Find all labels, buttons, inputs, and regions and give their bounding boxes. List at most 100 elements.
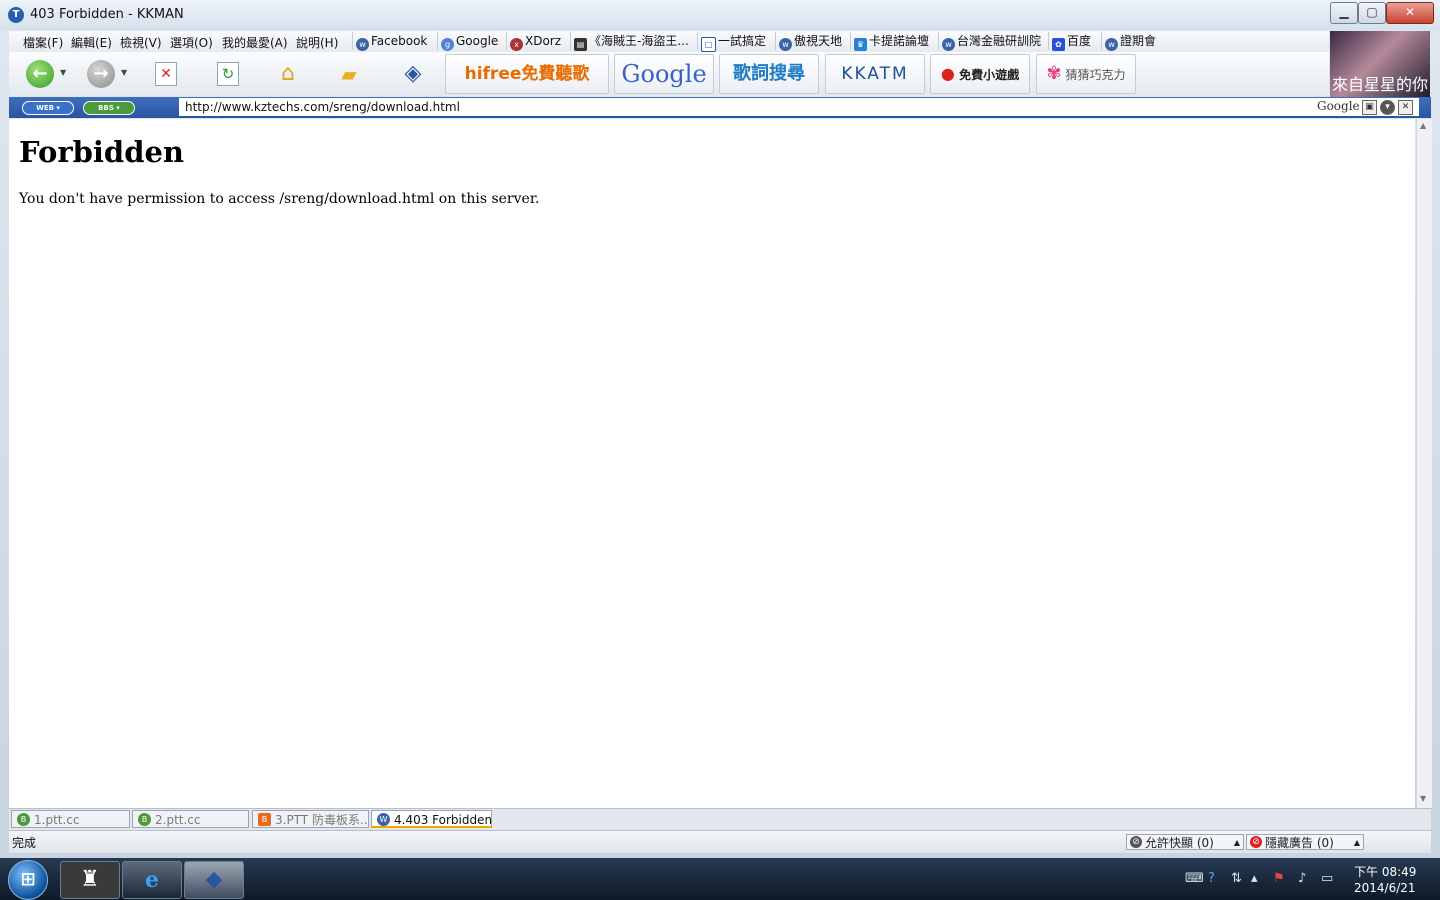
fav-label: Facebook [371, 34, 428, 48]
search-engine-label[interactable]: Google [1317, 99, 1360, 113]
blogger-icon: B [258, 813, 271, 826]
maximize-button[interactable]: ▢ [1358, 2, 1386, 24]
toolbox-icon[interactable]: ◈ [401, 62, 425, 86]
fav-label: XDorz [525, 34, 562, 48]
banner-hifree[interactable]: hifree免費聽歌 [445, 54, 609, 94]
help-icon[interactable]: ? [1208, 871, 1215, 886]
close-window-button[interactable]: ✕ [1386, 2, 1434, 24]
kkman-icon: ◆ [205, 867, 223, 892]
banner-label: hifree免費聽歌 [464, 64, 590, 84]
tab-label: 2.ptt.cc [155, 813, 201, 827]
banner-label: KKATM [841, 64, 909, 84]
fav-xdorz[interactable]: x XDorz [506, 32, 564, 51]
tab-403-forbidden[interactable]: W 4.403 Forbidden [371, 810, 492, 828]
fav-one-piece[interactable]: ▤ 《海賊王-海盜王... [570, 32, 692, 51]
refresh-icon[interactable]: ↻ [217, 62, 239, 86]
show-hidden-icons[interactable]: ▴ [1251, 871, 1258, 886]
menu-help[interactable]: 說明(H) [296, 34, 338, 51]
kkman-app-icon[interactable]: T [8, 7, 24, 23]
main-toolbar: ← ▼ → ▼ ✕ ↻ ⌂ ▰ ◈ hifree免費聽歌 Google 歌詞搜尋… [9, 52, 1329, 96]
drama-ad-image[interactable]: 來自星星的你 [1330, 31, 1430, 97]
tab-ptt-1[interactable]: B 1.ptt.cc [11, 810, 130, 828]
vertical-scrollbar[interactable]: ▲ ▼ [1416, 119, 1432, 808]
window-title: 403 Forbidden - KKMAN [30, 7, 184, 22]
start-button[interactable]: ⊞ [8, 860, 48, 900]
banner-label: Google [621, 60, 707, 88]
bbs-icon: B [17, 813, 30, 826]
fav-label: 百度 [1067, 34, 1092, 48]
fav-label: Google [456, 34, 499, 48]
add-page-icon[interactable]: ▣ [1362, 100, 1377, 115]
caret-up-icon: ▲ [1353, 838, 1360, 847]
caret-up-icon: ▲ [1233, 838, 1240, 847]
bbs-mode-button[interactable]: BBS ▾ [83, 101, 135, 115]
fav-baidu[interactable]: ✿ 百度 [1048, 32, 1094, 51]
w-site-icon: w [1105, 38, 1118, 51]
volume-icon[interactable]: ♪ [1298, 871, 1306, 886]
w-site-icon: w [356, 38, 369, 51]
menu-edit[interactable]: 編輯(E) [71, 34, 112, 51]
address-input[interactable] [179, 98, 1419, 116]
tab-label: 1.ptt.cc [34, 813, 80, 827]
no-entry-icon: ⊘ [1130, 836, 1142, 848]
forward-dropdown-icon[interactable]: ▼ [121, 68, 127, 77]
windows-logo-icon: ⊞ [20, 869, 36, 890]
taskbar-internet-explorer[interactable]: e [122, 861, 182, 899]
tab-ptt-antivirus[interactable]: B 3.PTT 防毒板系... [252, 810, 369, 828]
ad-block-button[interactable]: ⊘ 隱藏廣告 (0) ▲ [1246, 834, 1364, 850]
back-button[interactable]: ← [26, 60, 54, 88]
popup-allow-button[interactable]: ⊘ 允許快顯 (0) ▲ [1126, 834, 1244, 850]
fav-google[interactable]: g Google [437, 32, 501, 51]
banner-lyrics-search[interactable]: 歌詞搜尋 [719, 54, 819, 94]
fav-aoshi[interactable]: w 傲視天地 [775, 32, 845, 51]
fav-catino[interactable]: ♛ 卡提諾論壇 [850, 32, 932, 51]
block-icon: ⊘ [1250, 836, 1262, 848]
web-mode-button[interactable]: WEB ▾ [22, 101, 74, 115]
network-icon[interactable]: ▭ [1321, 871, 1333, 886]
forward-button[interactable]: → [87, 60, 115, 88]
menu-favorites[interactable]: 我的最愛(A) [222, 34, 288, 51]
crown-icon: ♛ [854, 38, 867, 51]
fav-label: 一試搞定 [718, 34, 767, 48]
keyboard-icon[interactable]: ⌨ [1185, 871, 1204, 886]
clock-date[interactable]: 2014/6/21 [1354, 881, 1416, 895]
home-icon[interactable]: ⌂ [276, 62, 300, 86]
close-address-icon[interactable]: ✕ [1398, 100, 1413, 115]
page-heading: Forbidden [19, 135, 185, 169]
fav-sfc[interactable]: w 證期會 [1101, 32, 1159, 51]
xdorz-icon: x [510, 38, 523, 51]
fav-label: 台灣金融研訓院 [957, 34, 1042, 48]
banner-label: 免費小遊戲 [959, 68, 1020, 82]
popup-allow-label: 允許快顯 (0) [1145, 836, 1214, 850]
browser-window: T 403 Forbidden - KKMAN ▁ ▢ ✕ 檔案(F) 編輯(E… [0, 0, 1440, 858]
stop-icon[interactable]: ✕ [155, 62, 177, 86]
menu-options[interactable]: 選項(O) [170, 34, 213, 51]
banner-kkatm[interactable]: KKATM [825, 54, 925, 94]
fav-tabf[interactable]: w 台灣金融研訓院 [938, 32, 1044, 51]
menu-view[interactable]: 檢視(V) [120, 34, 162, 51]
taskbar-kkman[interactable]: ◆ [184, 861, 244, 899]
action-center-flag-icon[interactable]: ⚑ [1273, 871, 1285, 886]
banner-free-games[interactable]: ● 免費小遊戲 [930, 54, 1030, 94]
language-icon[interactable]: ⇅ [1231, 871, 1242, 886]
scroll-up-icon[interactable]: ▲ [1420, 121, 1426, 130]
tab-label: 4.403 Forbidden [394, 813, 492, 827]
minimize-button[interactable]: ▁ [1330, 2, 1358, 24]
banner-guess-chocolate[interactable]: ✾ 猜猜巧克力 [1036, 54, 1136, 94]
joystick-icon: ● [940, 64, 955, 83]
taskbar-game-app[interactable]: ♜ [60, 861, 120, 899]
scroll-down-icon[interactable]: ▼ [1420, 794, 1426, 803]
banner-google[interactable]: Google [614, 54, 714, 94]
fav-yishi[interactable]: □ 一試搞定 [697, 32, 769, 52]
fav-label: 《海賊王-海盜王... [589, 34, 689, 48]
favorites-folder-icon[interactable]: ▰ [337, 62, 361, 86]
banner-label: 猜猜巧克力 [1065, 68, 1126, 82]
dropdown-circle-icon[interactable]: ▾ [1380, 100, 1395, 115]
fav-facebook[interactable]: w Facebook [352, 32, 430, 51]
windows-taskbar: ⊞ ♜ e ◆ ⌨ ? ⇅ ▴ ⚑ ♪ ▭ 下午 08:49 2014/6/21 [0, 858, 1440, 900]
menu-file[interactable]: 檔案(F) [23, 34, 63, 51]
back-dropdown-icon[interactable]: ▼ [60, 68, 66, 77]
clock-time[interactable]: 下午 08:49 [1354, 863, 1416, 880]
tab-ptt-2[interactable]: B 2.ptt.cc [132, 810, 249, 828]
ad-block-label: 隱藏廣告 (0) [1265, 836, 1334, 850]
